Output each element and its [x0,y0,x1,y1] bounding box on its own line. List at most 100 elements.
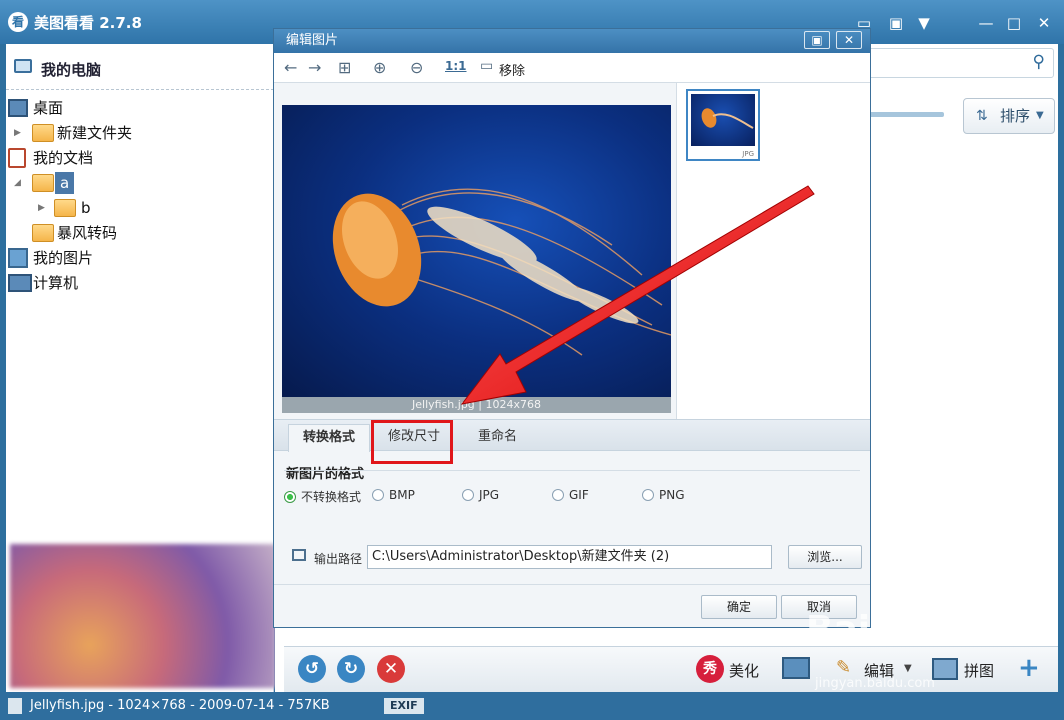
maximize-icon[interactable]: □ [1004,13,1024,33]
ok-button[interactable]: 确定 [701,595,777,619]
sidebar-item-label: 暴风转码 [57,224,118,242]
sidebar-item-documents[interactable]: 我的文档 [6,147,206,169]
thumbnail-item[interactable]: JPG [686,89,760,161]
folder-icon [32,124,54,142]
rotate-left-icon[interactable]: ↺ [298,655,326,683]
jellyfish-image [282,105,671,397]
meitu-xiu-icon[interactable]: 秀 [696,655,724,683]
section-divider [284,470,860,471]
edit-image-dialog: 编辑图片 ▣ ✕ ← → ⊞ ⊕ ⊖ 1:1 ▭ 移除 Jellyfish.jp… [273,28,871,628]
sidebar-item-computer[interactable]: 计算机 [6,272,206,294]
radio-jpg[interactable]: JPG [462,488,499,502]
file-info: Jellyfish.jpg - 1024×768 - 2009-07-14 - … [30,698,330,713]
arrow-left-icon[interactable]: ← [284,58,297,77]
chevron-down-icon: ▼ [1036,110,1044,121]
radio-gif[interactable]: GIF [552,488,589,502]
sidebar-item-a[interactable]: ◢ a [6,172,206,194]
chevron-right-icon[interactable]: ▶ [14,122,24,144]
folder-path-icon [292,549,306,561]
rotate-right-icon[interactable]: ↻ [337,655,365,683]
preview-panel: Jellyfish.jpg | 1024x768 [282,105,671,413]
zoom-out-icon[interactable]: ⊖ [410,58,423,77]
blurred-preview [10,544,276,688]
slideshow-icon[interactable] [782,657,810,679]
sidebar-item-desktop[interactable]: 桌面 [6,97,206,119]
radio-bmp[interactable]: BMP [372,488,415,502]
search-icon[interactable]: ⚲ [1033,52,1045,72]
sidebar-item-new-folder[interactable]: ▶ 新建文件夹 [6,122,206,144]
chevron-down-icon[interactable]: ◢ [14,172,24,194]
sidebar-item-label: 我的文档 [33,149,94,167]
folder-icon [32,174,54,192]
exif-button[interactable]: EXIF [384,698,424,714]
output-path-label: 输出路径 [314,552,363,566]
remove-button[interactable]: 移除 [499,60,525,79]
radio-icon [462,489,474,501]
radio-icon [642,489,654,501]
sort-button[interactable]: ⇅ 排序 ▼ [963,98,1055,134]
sort-label: 排序 [1000,107,1031,125]
status-bar: Jellyfish.jpg - 1024×768 - 2009-07-14 - … [0,692,1064,720]
add-image-icon[interactable]: ⊞ [338,58,351,77]
browse-button[interactable]: 浏览... [788,545,862,569]
sort-icon: ⇅ [976,108,988,124]
dialog-maximize-icon[interactable]: ▣ [804,31,830,49]
pencil-icon: ✎ [836,657,852,678]
radio-label: JPG [479,488,500,502]
tab-rename[interactable]: 重命名 [464,424,531,452]
radio-png[interactable]: PNG [642,488,685,502]
dialog-title: 编辑图片 [274,29,870,53]
dialog-toolbar: ← → ⊞ ⊕ ⊖ 1:1 ▭ 移除 [274,53,870,83]
computer-icon [8,274,32,292]
app-logo-icon: 看 [8,12,28,32]
section-title: 新图片的格式 [286,467,365,482]
sidebar-item-label: 计算机 [33,274,79,292]
close-icon[interactable]: ✕ [1034,13,1054,33]
watermark-url: jingyan.baidu.com [815,676,935,691]
chevron-down-icon[interactable]: ▼ [904,663,912,674]
folder-icon [54,199,76,217]
zoom-in-icon[interactable]: ⊕ [373,58,386,77]
radio-label: BMP [389,488,415,502]
dialog-footer-divider [274,584,870,585]
jellyfish-frills [427,206,639,324]
radio-icon [372,489,384,501]
pictures-icon [8,248,28,268]
beautify-label[interactable]: 美化 [729,660,759,681]
tab-strip: 转换格式 修改尺寸 重命名 [274,419,870,452]
folder-icon [32,224,54,242]
documents-icon [8,148,26,168]
desktop-icon [8,99,28,117]
arrow-right-icon[interactable]: → [308,58,321,77]
highlight-annotation [371,420,453,464]
sidebar-item-storm-codec[interactable]: 暴风转码 [6,222,206,244]
remove-icon: ▭ [480,58,494,74]
sidebar-item-pictures[interactable]: 我的图片 [6,247,206,269]
tab-convert-format[interactable]: 转换格式 [288,424,371,452]
preview-caption: Jellyfish.jpg | 1024x768 [282,397,671,413]
monitor-icon [14,59,32,73]
dialog-close-icon[interactable]: ✕ [836,31,862,49]
sidebar-item-b[interactable]: ▶ b [6,197,206,219]
sidebar-item-label: a [55,172,75,194]
output-path-field[interactable]: C:\Users\Administrator\Desktop\新建文件夹 (2) [367,545,772,569]
radio-label: PNG [659,488,685,502]
shirt-icon[interactable]: ▼ [914,13,934,33]
radio-label: 不转换格式 [301,490,362,504]
minimize-icon[interactable]: — [976,13,996,33]
collage-button[interactable]: 拼图 [964,660,994,681]
add-icon[interactable]: + [1018,653,1040,683]
thumbnail-ext: JPG [742,150,754,158]
radio-no-convert[interactable]: 不转换格式 [284,488,361,505]
zoom-slider[interactable] [868,112,944,117]
skin-icon[interactable]: ▣ [886,13,906,33]
chevron-right-icon[interactable]: ▶ [38,197,48,219]
radio-label: GIF [569,488,589,502]
watermark-logo: Baidu经验 [806,609,994,650]
collage-icon [932,658,958,680]
actual-size-button[interactable]: 1:1 [445,59,467,73]
thumbnail-panel: JPG [676,83,870,419]
thumbnail-image [691,94,755,146]
delete-icon[interactable]: ✕ [377,655,405,683]
radio-icon [552,489,564,501]
